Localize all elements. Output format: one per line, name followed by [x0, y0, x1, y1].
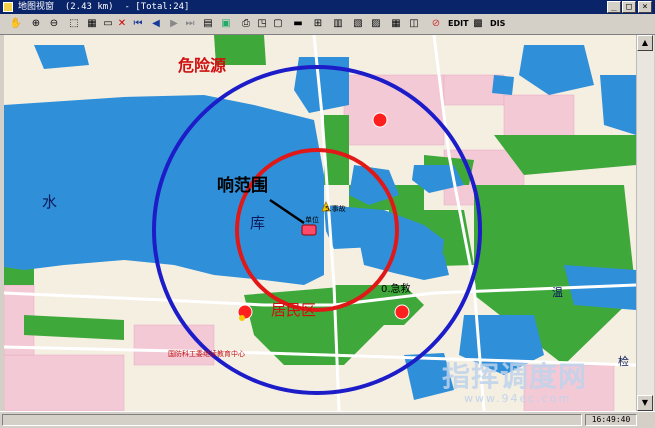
right-edge-label-1: 温	[552, 286, 563, 299]
map-toolbar: ✋ ⊕ ⊖ ⬚ ▦ ▭ ✕ ⏮ ◀ ▶ ⏭ ▤ ▣ ⎙ ◳ ▢ ▬ ⊞ ▥ ▧ …	[0, 14, 655, 35]
institute-label: 国防科工委继续教育中心	[168, 350, 245, 358]
unit-label: 单位	[305, 216, 319, 224]
export-icon[interactable]: ▨	[368, 16, 384, 32]
select-icon[interactable]: ⬚	[66, 16, 82, 32]
scroll-down-button[interactable]: ▼	[637, 395, 653, 411]
find-icon[interactable]: ▤	[200, 16, 216, 32]
first-icon[interactable]: ⏮	[130, 16, 146, 32]
pan-hand-icon[interactable]: ✋	[8, 16, 24, 32]
last-icon[interactable]: ⏭	[182, 16, 198, 32]
unit-marker-icon[interactable]	[301, 224, 317, 236]
rescue-label: 0.急救	[381, 284, 411, 295]
institute-marker-icon	[239, 315, 245, 321]
right-edge-label-2: 检	[618, 355, 629, 368]
chart-icon[interactable]: ▧	[350, 16, 366, 32]
marker-dot[interactable]	[394, 304, 410, 320]
status-bar: 16:49:40	[0, 411, 655, 428]
window-title: 地图视窗 (2.43 km) - [Total:24]	[18, 2, 190, 12]
residential-label: 居民区	[271, 301, 317, 319]
maximize-button[interactable]: □	[622, 1, 636, 13]
tool-icon[interactable]: ⊘	[428, 16, 444, 32]
minimize-button[interactable]: _	[607, 1, 621, 13]
measure-icon[interactable]: ⊞	[310, 16, 326, 32]
hazard-source-label: 危险源	[178, 56, 227, 75]
map-window: 地图视窗 (2.43 km) - [Total:24] _ □ × ✋ ⊕ ⊖ …	[0, 0, 655, 428]
marker-dot[interactable]	[372, 112, 388, 128]
layer-icon[interactable]: ▦	[84, 16, 100, 32]
next-icon[interactable]: ▶	[166, 16, 182, 32]
hatch-icon[interactable]: ▩	[470, 16, 486, 32]
previous-icon[interactable]: ◀	[148, 16, 164, 32]
scroll-up-button[interactable]: ▲	[637, 35, 653, 51]
window-icon[interactable]: ◳	[254, 16, 270, 32]
impact-range-label: 响范围	[217, 176, 268, 196]
reservoir-label: 库	[250, 214, 266, 232]
zoom-out-icon[interactable]: ⊖	[46, 16, 62, 32]
ruler-icon[interactable]: ▬	[290, 16, 306, 32]
close-button[interactable]: ×	[638, 1, 652, 13]
grid-icon[interactable]: ▥	[330, 16, 346, 32]
accident-label: 5.事故	[325, 205, 346, 213]
print-icon[interactable]: ⎙	[238, 16, 254, 32]
title-bar: 地图视窗 (2.43 km) - [Total:24] _ □ ×	[0, 0, 655, 14]
table-icon[interactable]: ▦	[388, 16, 404, 32]
status-message	[2, 414, 582, 426]
watermark-text: 指挥调度网	[442, 360, 588, 393]
app-icon	[3, 2, 13, 12]
watermark-url: www.94ec.com	[464, 392, 572, 405]
map-icon[interactable]: ▣	[218, 16, 234, 32]
delete-icon[interactable]: ✕	[114, 16, 130, 32]
map-canvas[interactable]: 危险源 响范围 水 库 居民区 0.急救 5.事故 单位 国防科工委继续教育中心…	[4, 35, 636, 411]
zoom-in-icon[interactable]: ⊕	[28, 16, 44, 32]
layout-icon[interactable]: ◫	[406, 16, 422, 32]
edit-button[interactable]: EDIT	[447, 16, 470, 32]
water-label: 水	[42, 193, 58, 211]
dis-button[interactable]: DIS	[489, 16, 506, 32]
status-time: 16:49:40	[585, 414, 637, 426]
vertical-scrollbar[interactable]: ▲ ▼	[636, 35, 654, 411]
frame-icon[interactable]: ▢	[270, 16, 286, 32]
